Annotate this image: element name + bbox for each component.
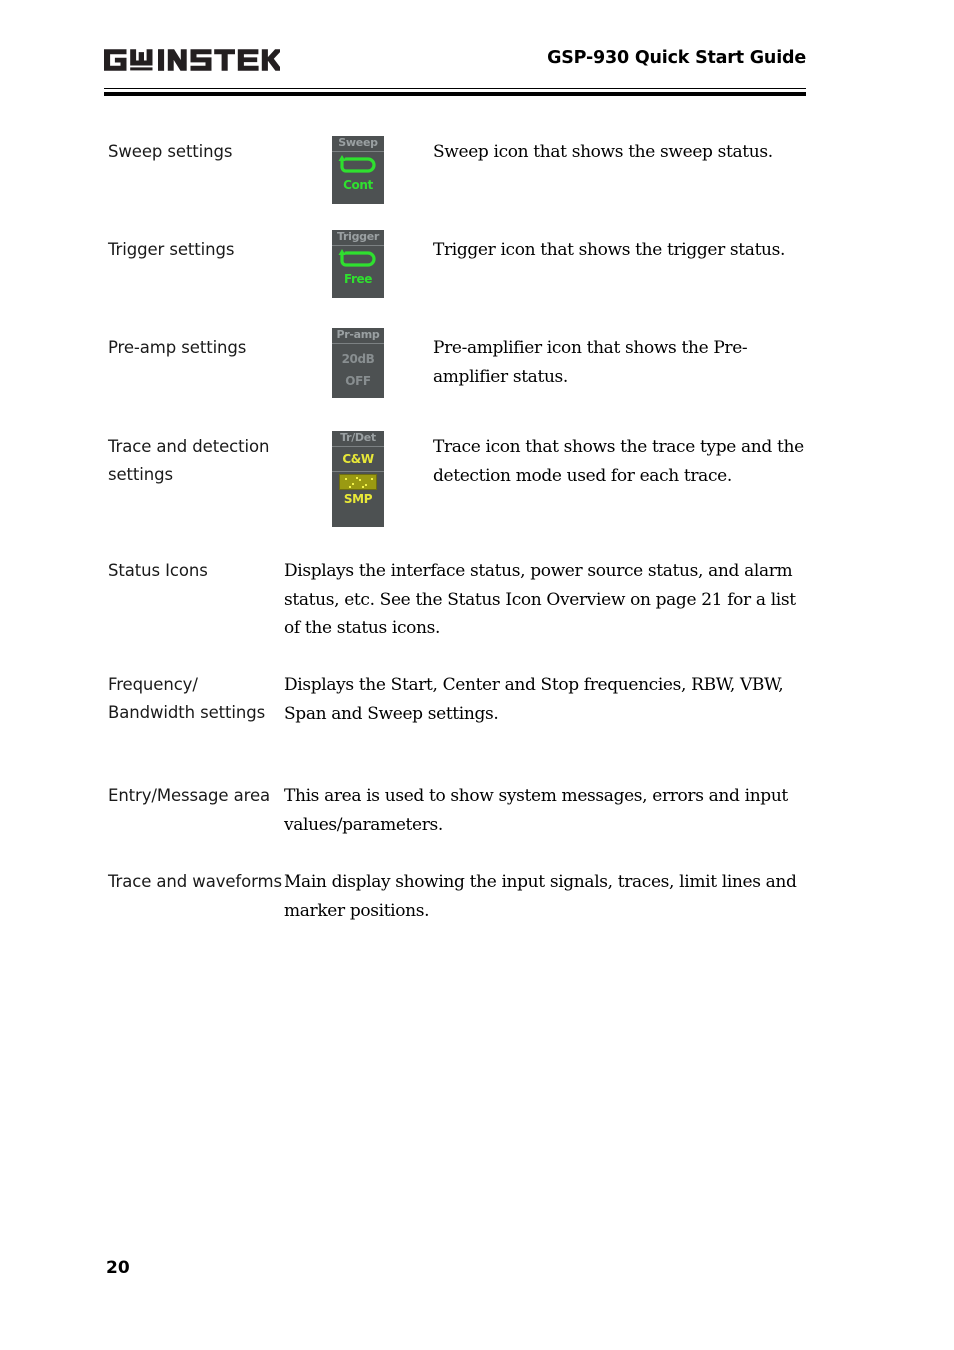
row-label-trigger: Trigger settings	[108, 240, 235, 259]
trace-icon-detector: SMP	[343, 492, 373, 506]
header-rule-thin	[104, 87, 806, 89]
trace-icon-type: C&W	[342, 452, 374, 466]
row-desc-sweep: Sweep icon that shows the sweep status.	[433, 142, 773, 162]
row-desc-trace-detection: Trace icon that shows the trace type and…	[433, 437, 804, 486]
row-label-status-icons: Status Icons	[108, 561, 208, 580]
row-label-frequency-bandwidth: Frequency/ Bandwidth settings	[108, 675, 266, 722]
header-title: GSP-930 Quick Start Guide	[547, 48, 806, 68]
row-desc-preamp: Pre-amplifier icon that shows the Pre-am…	[433, 338, 748, 387]
trigger-icon-title: Trigger	[332, 230, 384, 246]
preamp-icon-gain: 20dB	[341, 352, 375, 366]
row-desc-trace-waveforms: Main display showing the input signals, …	[284, 872, 797, 921]
trigger-status-icon: Trigger Free	[332, 230, 384, 298]
preamp-status-icon: Pr-amp 20dB OFF	[332, 328, 384, 398]
trigger-icon-value: Free	[343, 272, 373, 286]
row-desc-entry-message: This area is used to show system message…	[284, 786, 788, 835]
page-number: 20	[106, 1258, 130, 1278]
trigger-loop-arrow-icon	[332, 246, 384, 272]
trace-icon-title: Tr/Det	[332, 431, 384, 447]
row-label-preamp: Pre-amp settings	[108, 338, 247, 357]
row-desc-status-icons: Displays the interface status, power sou…	[284, 561, 796, 638]
trace-icon-divider	[332, 471, 384, 472]
preamp-icon-state: OFF	[345, 374, 371, 388]
trace-detection-icon: Tr/Det C&W SMP	[332, 431, 384, 527]
trace-icon-sample-bar	[339, 474, 377, 490]
header-rule-thick	[104, 92, 806, 96]
row-label-entry-message: Entry/Message area	[108, 786, 271, 805]
page-header: GSP-930 Quick Start Guide	[104, 44, 806, 96]
row-label-sweep: Sweep settings	[108, 142, 233, 161]
row-label-trace-waveforms: Trace and waveforms	[108, 872, 282, 891]
sweep-icon-title: Sweep	[332, 136, 384, 152]
gw-instek-logo	[104, 44, 280, 74]
preamp-icon-title: Pr-amp	[332, 328, 384, 344]
sweep-status-icon: Sweep Cont	[332, 136, 384, 204]
sweep-loop-arrow-icon	[332, 152, 384, 178]
row-desc-frequency-bandwidth: Displays the Start, Center and Stop freq…	[284, 675, 784, 724]
sweep-icon-value: Cont	[343, 178, 373, 192]
row-desc-trigger: Trigger icon that shows the trigger stat…	[433, 240, 786, 260]
row-label-trace-detection: Trace and detection settings	[108, 437, 270, 484]
